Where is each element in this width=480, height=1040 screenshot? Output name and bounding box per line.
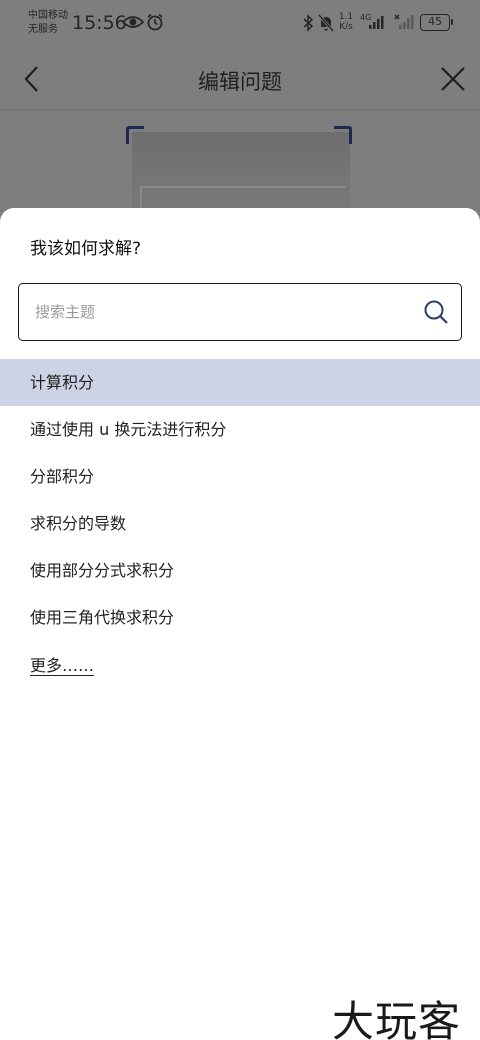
topic-item[interactable]: 求积分的导数 (0, 500, 480, 547)
screen: 中国移动 无服务 15:56 1.1 K/s 4G 45 编辑问题 我该如何求解… (0, 0, 480, 1040)
signal-no-service-icon (394, 14, 414, 29)
crop-handle-top-left[interactable] (126, 126, 144, 144)
image-preview-area (0, 110, 480, 222)
watermark-logo: 大玩客 (332, 997, 462, 1040)
net-speed-value: 1.1 (338, 12, 354, 22)
status-bar: 中国移动 无服务 15:56 1.1 K/s 4G 45 (0, 0, 480, 48)
topic-item[interactable]: 计算积分 (0, 359, 480, 406)
carrier-name: 中国移动 (28, 10, 68, 21)
search-input[interactable] (35, 284, 415, 339)
topic-item[interactable]: 通过使用 u 换元法进行积分 (0, 406, 480, 453)
signal-icon (369, 16, 384, 29)
topic-item[interactable]: 使用部分分式求积分 (0, 547, 480, 594)
page-title: 编辑问题 (198, 70, 282, 94)
sheet-title: 我该如何求解? (30, 239, 142, 259)
search-icon[interactable] (423, 299, 449, 325)
clock: 15:56 (72, 12, 127, 34)
topic-item[interactable]: 使用三角代换求积分 (0, 594, 480, 641)
net-speed-unit: K/s (339, 22, 353, 32)
alarm-icon (147, 13, 163, 31)
battery-indicator: 45 (420, 14, 453, 31)
mute-bell-icon (318, 14, 334, 32)
carrier-service: 无服务 (28, 24, 58, 35)
crop-handle-top-right[interactable] (334, 126, 352, 144)
eye-icon (122, 16, 144, 28)
search-box[interactable] (18, 283, 462, 341)
header: 编辑问题 (0, 48, 480, 110)
topic-list: 计算积分 通过使用 u 换元法进行积分 分部积分 求积分的导数 使用部分分式求积… (0, 359, 480, 641)
close-icon[interactable] (440, 66, 466, 92)
bluetooth-icon (303, 14, 314, 32)
topic-bottom-sheet: 我该如何求解? 计算积分 通过使用 u 换元法进行积分 分部积分 求积分的导数 … (0, 208, 480, 1040)
carrier-info: 中国移动 无服务 (28, 9, 68, 37)
topic-item[interactable]: 分部积分 (0, 453, 480, 500)
network-speed: 1.1 K/s (338, 12, 354, 32)
more-topics-link[interactable]: 更多…… (30, 652, 94, 676)
